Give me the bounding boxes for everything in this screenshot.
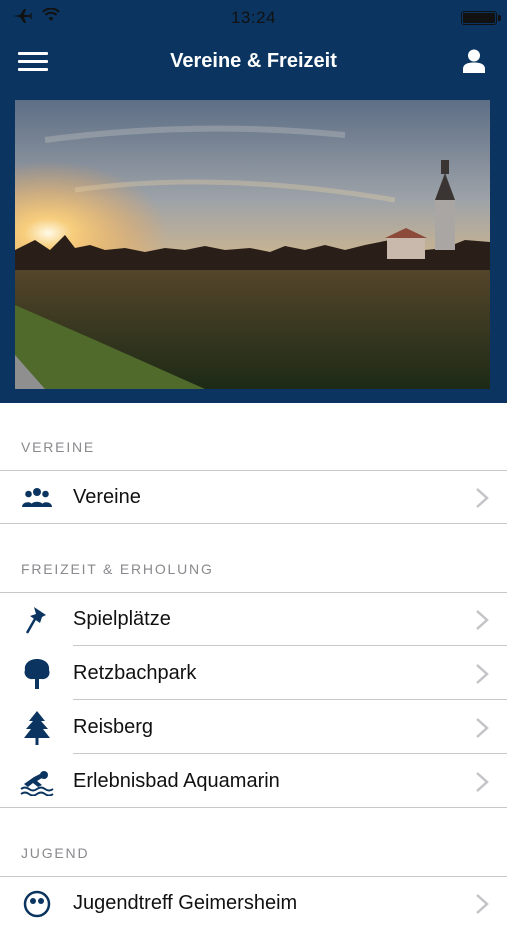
chevron-right-icon bbox=[476, 718, 489, 738]
row-divider bbox=[73, 645, 507, 646]
chevron-right-icon bbox=[476, 894, 489, 914]
section-header-jugend: JUGEND bbox=[21, 845, 90, 861]
chevron-right-icon bbox=[476, 610, 489, 630]
chevron-right-icon bbox=[476, 664, 489, 684]
chevron-right-icon bbox=[476, 488, 489, 508]
hero-image bbox=[15, 100, 490, 389]
group-icon bbox=[20, 482, 54, 514]
list-item-label: Vereine bbox=[73, 486, 141, 508]
status-time: 13:24 bbox=[230, 8, 277, 27]
battery-icon bbox=[461, 11, 501, 25]
youth-icon bbox=[20, 888, 54, 920]
app-header: 13:24 Vereine & Freizeit bbox=[0, 0, 507, 403]
pushpin-icon bbox=[20, 604, 54, 636]
list-item-retzbachpark[interactable]: Retzbachpark bbox=[0, 647, 507, 700]
list-item-label: Retzbachpark bbox=[73, 662, 197, 684]
list-item-label: Spielplätze bbox=[73, 608, 171, 630]
section-bottom-divider bbox=[0, 807, 507, 808]
page-title: Vereine & Freizeit bbox=[170, 50, 337, 72]
user-profile-icon[interactable] bbox=[461, 48, 487, 74]
section-header-freizeit: FREIZEIT & ERHOLUNG bbox=[21, 561, 214, 577]
list-item-label: Erlebnisbad Aquamarin bbox=[73, 770, 280, 792]
tree-icon bbox=[20, 658, 54, 690]
list-item-spielplaetze[interactable]: Spielplätze bbox=[0, 593, 507, 646]
section-header-vereine: VEREINE bbox=[21, 439, 96, 455]
list-item-erlebnisbad-aquamarin[interactable]: Erlebnisbad Aquamarin bbox=[0, 755, 507, 808]
list-item-jugendtreff[interactable]: Jugendtreff Geimersheim bbox=[0, 877, 507, 930]
pine-tree-icon bbox=[20, 711, 54, 745]
list-item-label: Jugendtreff Geimersheim bbox=[73, 892, 298, 914]
swimmer-icon bbox=[20, 766, 54, 798]
list-item-vereine[interactable]: Vereine bbox=[0, 471, 507, 524]
status-bar: 13:24 bbox=[0, 0, 507, 34]
list-item-reisberg[interactable]: Reisberg bbox=[0, 701, 507, 754]
list-item-label: Reisberg bbox=[73, 716, 154, 738]
section-bottom-divider bbox=[0, 523, 507, 524]
row-divider bbox=[73, 699, 507, 700]
navigation-bar: Vereine & Freizeit bbox=[0, 34, 507, 90]
chevron-right-icon bbox=[476, 772, 489, 792]
row-divider bbox=[73, 753, 507, 754]
